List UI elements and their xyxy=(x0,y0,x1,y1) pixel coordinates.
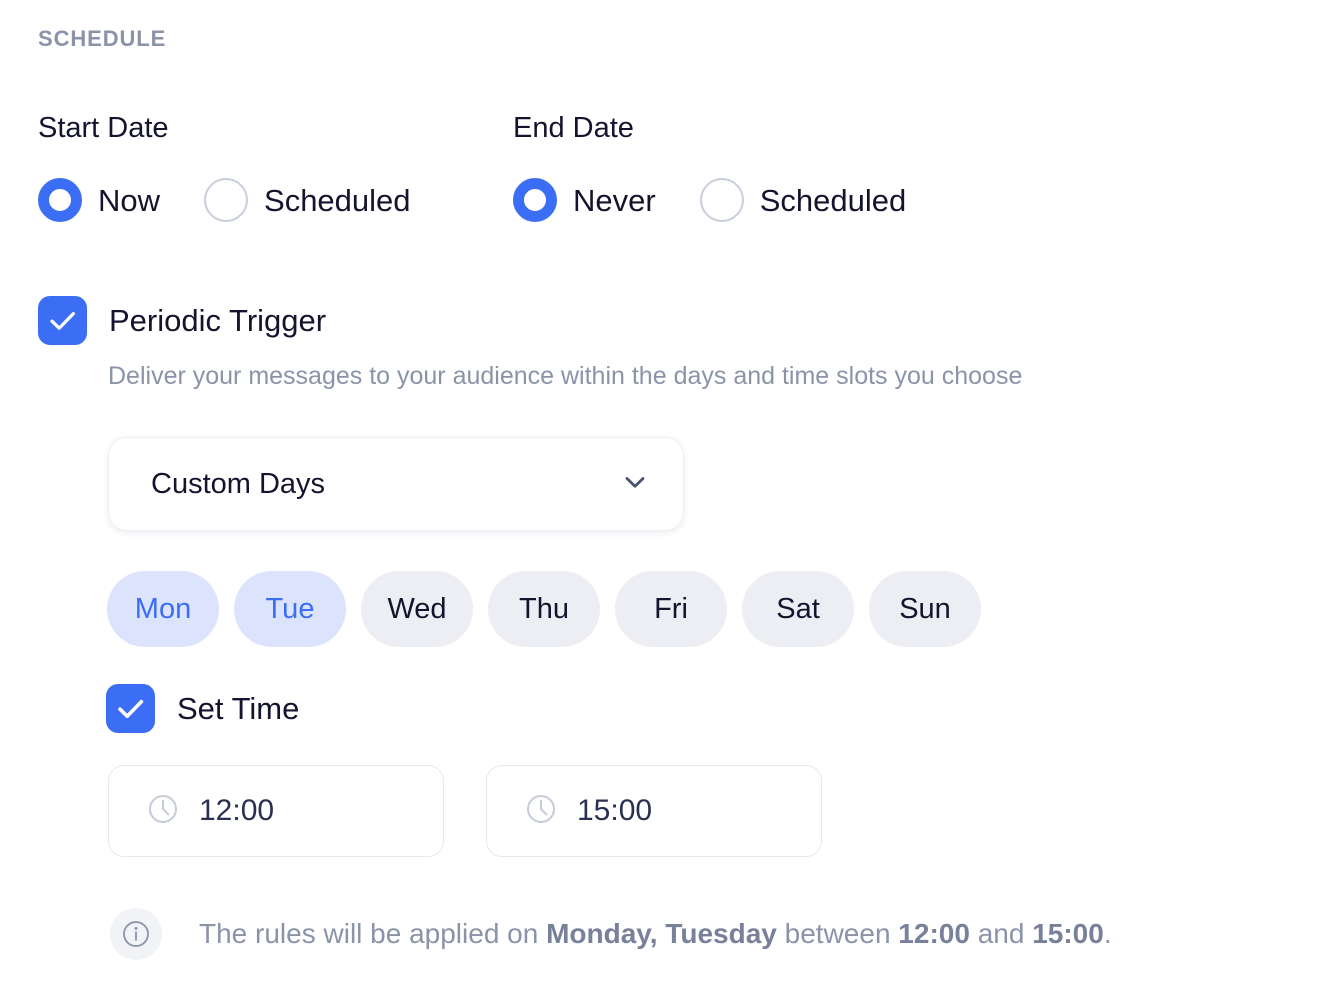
set-time-label: Set Time xyxy=(177,691,300,726)
clock-icon xyxy=(146,792,180,831)
set-time-checkbox-row[interactable]: Set Time xyxy=(106,684,299,733)
start-time-value: 12:00 xyxy=(199,794,275,827)
radio-label-end-scheduled: Scheduled xyxy=(759,182,907,218)
radio-selected-icon[interactable] xyxy=(513,178,557,222)
radio-unselected-icon[interactable] xyxy=(204,178,249,222)
radio-option-end-scheduled[interactable]: Scheduled xyxy=(699,178,907,222)
clock-icon xyxy=(524,792,558,831)
day-pill-group: Mon Tue Wed Thu Fri Sat Sun xyxy=(107,571,981,647)
radio-option-end-never[interactable]: Never xyxy=(513,178,656,222)
periodic-trigger-description: Deliver your messages to your audience w… xyxy=(108,362,1023,390)
radio-selected-icon[interactable] xyxy=(38,178,82,222)
periodic-trigger-checkbox-row[interactable]: Periodic Trigger xyxy=(38,296,326,345)
end-time-value: 15:00 xyxy=(577,794,653,827)
radio-label-start-now: Now xyxy=(98,182,161,218)
radio-label-end-never: Never xyxy=(573,182,656,218)
periodic-trigger-label: Periodic Trigger xyxy=(109,303,327,338)
day-pill-thu[interactable]: Thu xyxy=(488,571,600,647)
checkbox-checked-icon[interactable] xyxy=(38,296,87,345)
schedule-panel: SCHEDULE Start Date Now Scheduled End Da… xyxy=(0,0,1322,984)
end-date-radio-group: Never Scheduled xyxy=(513,178,906,222)
start-time-input[interactable]: 12:00 xyxy=(108,765,444,857)
radio-unselected-icon[interactable] xyxy=(699,178,744,222)
radio-option-start-scheduled[interactable]: Scheduled xyxy=(204,178,411,222)
checkbox-checked-icon[interactable] xyxy=(106,684,155,733)
day-pill-sat[interactable]: Sat xyxy=(742,571,854,647)
day-pill-wed[interactable]: Wed xyxy=(361,571,473,647)
radio-option-start-now[interactable]: Now xyxy=(38,178,160,222)
day-pill-sun[interactable]: Sun xyxy=(869,571,981,647)
schedule-summary-note: The rules will be applied on Monday, Tue… xyxy=(110,908,1112,960)
page-title: SCHEDULE xyxy=(38,26,167,51)
end-time-input[interactable]: 15:00 xyxy=(486,765,822,857)
time-range-fields: 12:00 15:00 xyxy=(108,765,822,857)
day-pill-fri[interactable]: Fri xyxy=(615,571,727,647)
day-pill-mon[interactable]: Mon xyxy=(107,571,219,647)
radio-label-start-scheduled: Scheduled xyxy=(264,182,411,218)
start-date-radio-group: Now Scheduled xyxy=(38,178,411,222)
end-date-label: End Date xyxy=(513,112,634,144)
days-mode-select[interactable]: Custom Days xyxy=(108,437,684,531)
schedule-summary-text: The rules will be applied on Monday, Tue… xyxy=(199,918,1112,949)
days-mode-selected-value: Custom Days xyxy=(151,467,326,500)
day-pill-tue[interactable]: Tue xyxy=(234,571,346,647)
info-icon xyxy=(110,908,162,960)
start-date-label: Start Date xyxy=(38,112,169,144)
chevron-down-icon[interactable] xyxy=(618,465,652,504)
